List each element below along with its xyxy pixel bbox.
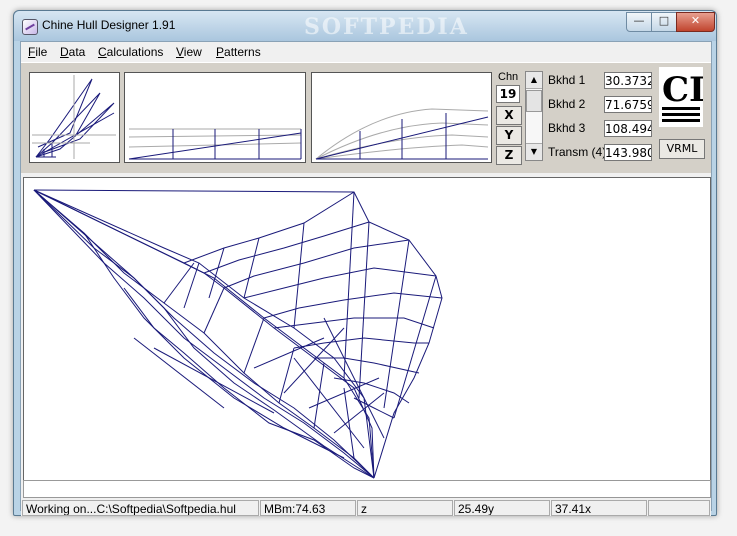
menu-calculations[interactable]: Calculations — [98, 45, 163, 59]
axis-y-button[interactable]: Y — [496, 126, 522, 145]
window-title: Chine Hull Designer 1.91 — [42, 18, 176, 32]
chine-count-field[interactable]: 19 — [496, 85, 520, 103]
preview-side-view[interactable] — [124, 72, 306, 163]
bulkhead-2-field[interactable]: 71.67598 — [604, 96, 652, 113]
scroll-down-icon[interactable]: ▼ — [526, 143, 542, 160]
bulkhead-1-label: Bkhd 1 — [548, 73, 586, 87]
client-area: File Data Calculations View Patterns Chn… — [20, 41, 719, 516]
app-window: Chine Hull Designer 1.91 SOFTPEDIA — □ ✕… — [13, 10, 719, 516]
watermark: SOFTPEDIA — [304, 14, 469, 40]
menu-view[interactable]: View — [176, 45, 202, 59]
side-view-drawing — [128, 128, 302, 160]
axis-z-button[interactable]: Z — [496, 146, 522, 165]
logo-graphic: CD — [662, 70, 719, 122]
menu-patterns[interactable]: Patterns — [216, 45, 261, 59]
minimize-button[interactable]: — — [626, 12, 652, 32]
menu-data[interactable]: Data — [60, 45, 85, 59]
preview-plan-view[interactable] — [29, 72, 120, 163]
menu-bar: File Data Calculations View Patterns — [21, 42, 711, 62]
bulkhead-2-label: Bkhd 2 — [548, 97, 586, 111]
body-plan-drawing — [315, 108, 489, 160]
status-bar: Working on...C:\Softpedia\Softpedia.hul … — [21, 498, 711, 516]
preview-body-plan[interactable] — [311, 72, 492, 163]
scroll-up-icon[interactable]: ▲ — [526, 72, 542, 89]
horizontal-scrollbar[interactable] — [23, 480, 711, 498]
status-file-path: Working on...C:\Softpedia\Softpedia.hul — [22, 500, 259, 516]
status-x-coordinate: 37.41x — [551, 500, 647, 516]
maximize-button[interactable]: □ — [651, 12, 677, 32]
bulkhead-3-label: Bkhd 3 — [548, 121, 586, 135]
title-bar[interactable]: Chine Hull Designer 1.91 SOFTPEDIA — □ ✕ — [14, 11, 716, 41]
app-icon — [22, 19, 38, 35]
rotation-scrollbar[interactable]: ▲ ▼ — [525, 71, 543, 161]
hull-wireframe-canvas[interactable] — [23, 177, 711, 481]
close-button[interactable]: ✕ — [676, 12, 715, 32]
bulkhead-1-field[interactable]: 30.37328 — [604, 72, 652, 89]
scroll-thumb[interactable] — [526, 90, 542, 112]
status-y-coordinate: 25.49y — [454, 500, 550, 516]
axis-x-button[interactable]: X — [496, 106, 522, 125]
bulkhead-3-field[interactable]: 108.4944 — [604, 120, 652, 137]
vrml-button[interactable]: VRML — [659, 139, 705, 159]
carlson-logo: CD — [659, 67, 719, 127]
logo-text: CD — [662, 70, 703, 110]
transom-label: Transm (4) — [548, 145, 607, 159]
menu-file[interactable]: File — [28, 45, 47, 59]
plan-view-drawing — [32, 75, 116, 159]
hull-wireframe — [33, 189, 443, 479]
transom-field[interactable]: 143.9800 — [604, 144, 652, 161]
toolbar: Chn 19 X Y Z ▲ ▼ Bkhd 1 30.37328 Bkhd 2 … — [21, 62, 719, 173]
chine-label: Chn — [498, 71, 519, 83]
status-resize-grip[interactable] — [648, 500, 710, 516]
status-mbm: MBm:74.63 — [260, 500, 356, 516]
status-axis: z — [357, 500, 453, 516]
